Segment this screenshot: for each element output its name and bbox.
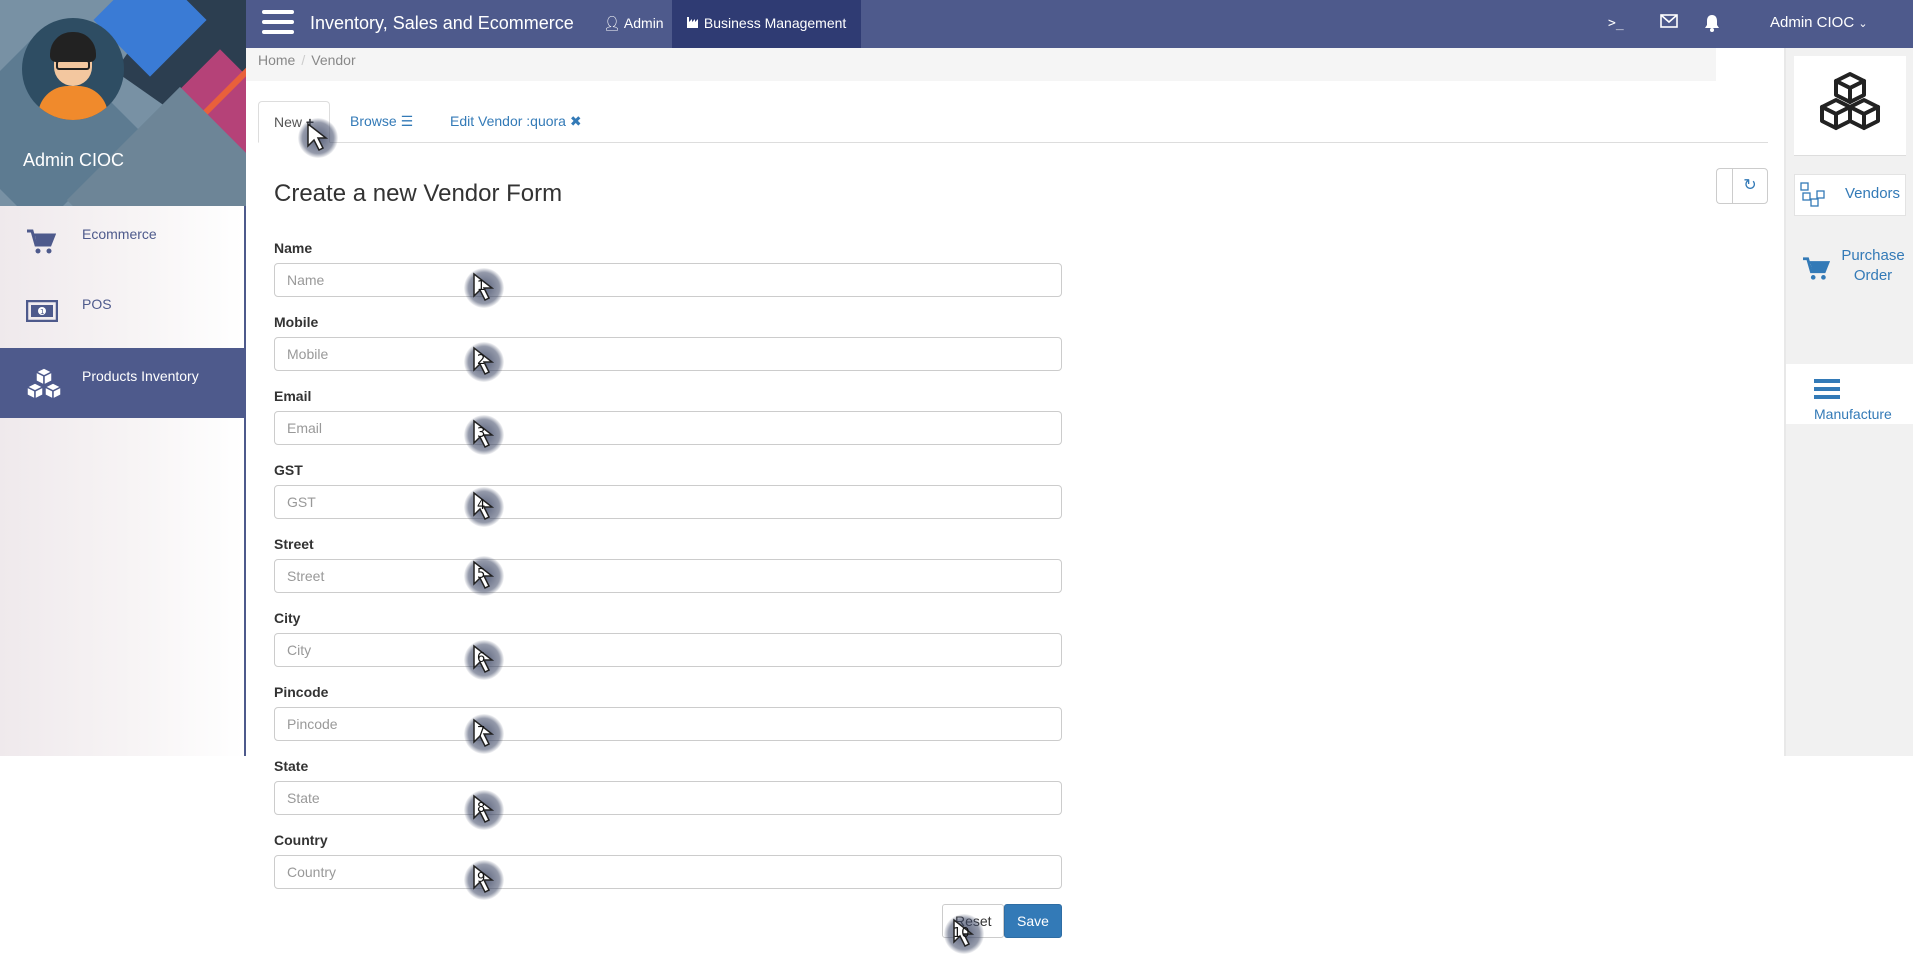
sidebar-item-label: Products Inventory: [82, 368, 199, 384]
terminal-icon[interactable]: >_: [1608, 14, 1630, 34]
right-panel-item-label: Vendors: [1845, 185, 1901, 202]
country-input[interactable]: [274, 855, 1062, 889]
admin-link-label: Admin: [623, 15, 664, 31]
sidebar-item-ecommerce[interactable]: Ecommerce: [0, 206, 246, 276]
breadcrumb-home[interactable]: Home: [258, 52, 295, 68]
profile-name: Admin CIOC: [23, 150, 125, 170]
form-title: Create a new Vendor Form: [274, 180, 563, 207]
mobile-input[interactable]: [274, 337, 1062, 371]
user-menu[interactable]: Admin CIOC ⌄: [1770, 14, 1868, 31]
name-input[interactable]: [274, 263, 1062, 297]
cubes-icon: [25, 366, 63, 402]
tab-new[interactable]: New +: [258, 101, 331, 143]
profile-banner: Admin CIOC: [0, 0, 246, 206]
business-management-label: Business Management: [703, 15, 847, 31]
toolbar-partial-button[interactable]: [1716, 168, 1732, 204]
tab-browse[interactable]: Browse ☰: [335, 101, 428, 143]
cart-icon: [1802, 256, 1831, 286]
gst-input[interactable]: [274, 485, 1062, 519]
sidebar-item-label: Ecommerce: [82, 226, 157, 242]
business-management-link[interactable]: Business Management: [672, 0, 862, 48]
state-input[interactable]: [274, 781, 1062, 815]
bars-icon: [1814, 378, 1840, 404]
email-input[interactable]: [274, 411, 1062, 445]
reset-button[interactable]: Reset: [942, 904, 1004, 938]
tab-edit-vendor[interactable]: Edit Vendor :quora ✖: [435, 101, 597, 143]
mail-icon[interactable]: [1660, 14, 1682, 34]
breadcrumb: Home / Vendor: [246, 48, 1716, 81]
email-label: Email: [274, 388, 312, 404]
chevron-down-icon: ⌄: [1858, 18, 1868, 30]
industry-icon: [687, 15, 704, 31]
admin-link[interactable]: 👤︎ Admin: [588, 0, 679, 48]
country-label: Country: [274, 832, 328, 848]
right-panel-item-purchase-order[interactable]: Purchase Order: [1786, 234, 1913, 342]
app-title[interactable]: Inventory, Sales and Ecommerce: [310, 13, 574, 34]
avatar[interactable]: [22, 18, 124, 120]
sidebar-item-label: POS: [82, 296, 112, 312]
pincode-label: Pincode: [274, 684, 329, 700]
user-menu-label: Admin CIOC: [1770, 14, 1855, 31]
right-panel-item-manufacture[interactable]: Manufacture: [1786, 364, 1913, 424]
mobile-label: Mobile: [274, 314, 319, 330]
tab-label: New: [274, 114, 303, 130]
close-icon: ✖: [569, 113, 582, 129]
tab-bar: New + Browse ☰ Edit Vendor :quora ✖: [258, 101, 1768, 143]
refresh-icon[interactable]: ↻: [1732, 168, 1768, 204]
gst-label: GST: [274, 462, 303, 478]
list-icon: ☰: [400, 113, 414, 129]
name-label: Name: [274, 240, 313, 256]
cart-icon: [26, 228, 62, 264]
sidebar-item-products-inventory[interactable]: Products Inventory: [0, 348, 246, 418]
state-label: State: [274, 758, 309, 774]
tab-label: Browse: [350, 113, 397, 129]
street-input[interactable]: [274, 559, 1062, 593]
breadcrumb-vendor: Vendor: [311, 52, 356, 68]
street-label: Street: [274, 536, 314, 552]
right-panel-item-vendors[interactable]: Vendors: [1794, 174, 1906, 216]
bell-icon[interactable]: [1704, 14, 1726, 34]
save-button[interactable]: Save: [1004, 904, 1062, 938]
top-navbar: Inventory, Sales and Ecommerce 👤︎ Admin …: [246, 0, 1913, 48]
vendors-icon: [1799, 181, 1827, 215]
city-label: City: [274, 610, 301, 626]
right-panel: Vendors Purchase Order Manufacture: [1784, 48, 1913, 756]
cubes-logo-icon: [1794, 56, 1906, 156]
right-panel-item-label: Manufacture: [1814, 406, 1892, 422]
city-input[interactable]: [274, 633, 1062, 667]
tab-label: Edit Vendor :quora: [450, 113, 566, 129]
pincode-input[interactable]: [274, 707, 1062, 741]
svg-text:1: 1: [40, 308, 44, 316]
money-icon: 1: [25, 299, 62, 336]
hamburger-menu-icon[interactable]: [262, 10, 294, 38]
right-panel-item-label: Purchase Order: [1841, 247, 1905, 284]
plus-icon: +: [305, 114, 315, 130]
sidebar-item-pos[interactable]: 1 POS: [0, 276, 246, 346]
user-icon: 👤︎: [603, 15, 621, 31]
right-toolbar: ↻: [1716, 168, 1768, 204]
left-sidebar: Admin CIOC Ecommerce 1 POS Products Inve…: [0, 0, 246, 756]
